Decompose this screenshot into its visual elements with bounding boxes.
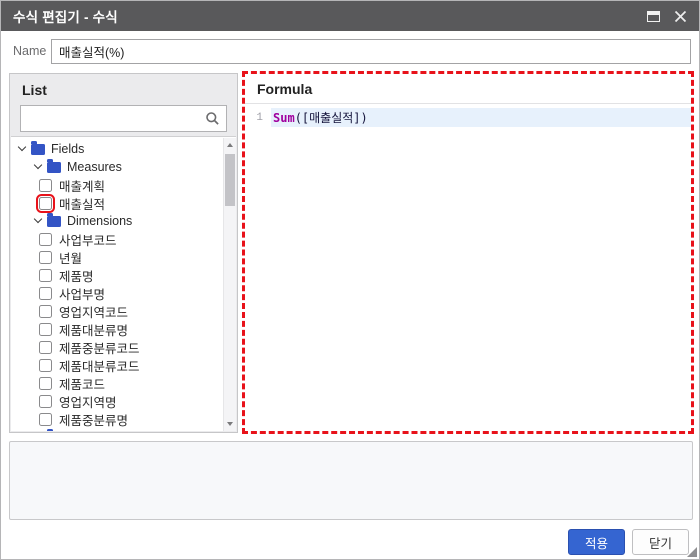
tree-item-row[interactable]: 사업부명: [11, 284, 222, 302]
code-line-content[interactable]: Sum ([매출실적]): [271, 108, 691, 127]
checkbox[interactable]: [39, 286, 52, 300]
checkbox[interactable]: [39, 376, 52, 390]
field-tree: Fields Measures 매출계획매출실적 Dimensions 사업부코드년월제…: [11, 136, 236, 431]
tree-item-row[interactable]: 제품중분류코드: [11, 338, 222, 356]
apply-button[interactable]: 적용: [568, 529, 625, 555]
tree-item-label: 년월: [59, 251, 83, 266]
scrollbar[interactable]: [223, 138, 236, 431]
formula-panel-title: Formula: [245, 74, 691, 104]
tree-item-row[interactable]: 년월: [11, 248, 222, 266]
tree-item-row[interactable]: 제품대분류코드: [11, 356, 222, 374]
formula-panel: Formula 1 Sum ([매출실적]): [242, 71, 694, 434]
checkbox[interactable]: [39, 268, 52, 282]
tree-item-row[interactable]: 제품명: [11, 266, 222, 284]
search-input[interactable]: [21, 106, 205, 131]
tree-item-row[interactable]: 사업부코드: [11, 230, 222, 248]
tree-item-row[interactable]: 영업지역명: [11, 392, 222, 410]
code-text: ([매출실적]): [294, 111, 368, 125]
tree-item-label: 영업지역명: [59, 395, 117, 410]
tree-item-row[interactable]: 제품중분류명: [11, 410, 222, 428]
folder-icon: [47, 212, 61, 227]
formula-editor-dialog: 수식 편집기 - 수식 Name List: [0, 0, 700, 560]
tree-folder-label: Fields: [51, 142, 85, 156]
footer-button-row: 적용 닫기: [568, 529, 689, 555]
folder-icon: [47, 158, 61, 173]
tree-item-row[interactable]: 매출계획: [11, 176, 222, 194]
close-icon[interactable]: [674, 10, 687, 23]
message-area: [9, 441, 693, 520]
line-number: 1: [256, 111, 263, 124]
list-panel-title: List: [22, 82, 47, 98]
tree-item-label: 제품명: [59, 269, 94, 284]
tree-item-label: 영업지역코드: [59, 305, 129, 320]
scroll-down-icon[interactable]: [224, 417, 236, 431]
titlebar[interactable]: 수식 편집기 - 수식: [1, 1, 699, 31]
chevron-down-icon[interactable]: [33, 214, 43, 224]
checkbox[interactable]: [39, 340, 52, 354]
search-icon[interactable]: [205, 111, 226, 126]
tree-folder-row[interactable]: Measures: [11, 158, 222, 176]
formula-code-editor[interactable]: 1 Sum ([매출실적]): [245, 104, 691, 127]
search-box: [20, 105, 227, 132]
tree-item-label: 매출계획: [59, 179, 106, 194]
tree-item-label: 제품중분류코드: [59, 341, 140, 356]
checkbox[interactable]: [39, 178, 52, 192]
tree-item-label: 매출실적: [59, 197, 106, 212]
chevron-down-icon[interactable]: [33, 160, 43, 170]
tree-item-label: 제품대분류명: [59, 323, 129, 338]
tree-folder-label: Calculated fields: [67, 430, 159, 431]
scrollbar-thumb[interactable]: [225, 154, 235, 206]
tree-item-label: 제품코드: [59, 377, 106, 392]
name-input[interactable]: [51, 39, 691, 64]
dialog-title: 수식 편집기 - 수식: [13, 10, 118, 25]
tree-item-label: 사업부코드: [59, 233, 117, 248]
checkbox[interactable]: [39, 358, 52, 372]
tree-item-label: 제품중분류명: [59, 413, 129, 428]
checkbox[interactable]: [39, 232, 52, 246]
tree-item-row[interactable]: 영업지역코드: [11, 302, 222, 320]
tree-item-row[interactable]: 매출실적: [11, 193, 222, 213]
tree-folder-row[interactable]: Dimensions: [11, 212, 222, 230]
chevron-down-icon[interactable]: [17, 142, 27, 152]
list-panel: List Fields Measures 매출계획매출실적 Dimensions 사업부…: [9, 73, 238, 433]
tree-folder-row[interactable]: Fields: [11, 140, 222, 158]
close-button[interactable]: 닫기: [632, 529, 689, 555]
checkbox[interactable]: [39, 412, 52, 426]
checkbox[interactable]: [39, 304, 52, 318]
tree-folder-label: Dimensions: [67, 214, 133, 228]
name-label: Name: [13, 44, 47, 58]
checkbox[interactable]: [39, 394, 52, 408]
restore-icon[interactable]: [647, 10, 660, 22]
folder-icon: [31, 140, 45, 155]
tree-item-label: 제품대분류코드: [59, 359, 140, 374]
checkbox[interactable]: [39, 322, 52, 336]
code-keyword: Sum: [273, 110, 295, 125]
tree-folder-label: Measures: [67, 160, 122, 174]
tree-item-row[interactable]: 제품대분류명: [11, 320, 222, 338]
scroll-up-icon[interactable]: [224, 138, 236, 152]
checkbox[interactable]: [36, 193, 55, 213]
tree-item-label: 사업부명: [59, 287, 106, 302]
tree-item-row[interactable]: 제품코드: [11, 374, 222, 392]
resize-grip[interactable]: [687, 547, 697, 557]
code-line[interactable]: 1 Sum ([매출실적]): [245, 108, 691, 127]
checkbox[interactable]: [39, 250, 52, 264]
